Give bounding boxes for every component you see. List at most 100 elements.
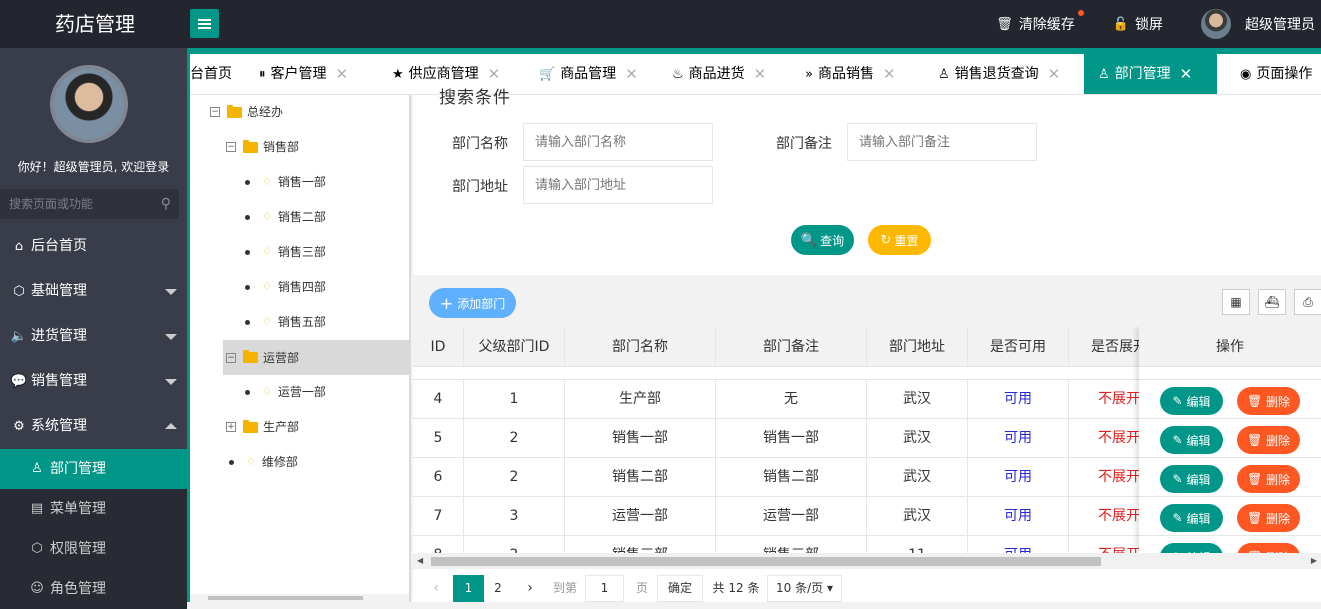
expand-icon[interactable]: + xyxy=(226,422,236,432)
col-available[interactable]: 是否可用 xyxy=(968,327,1069,367)
close-icon[interactable]: ✕ xyxy=(754,54,767,94)
tab-label: 台首页 xyxy=(190,66,232,82)
cell-available: 可用 xyxy=(968,458,1069,497)
menu-toggle-button[interactable] xyxy=(190,9,219,38)
sidebar-item-sales[interactable]: 💬 销售管理 xyxy=(0,359,187,404)
scrollbar-thumb[interactable] xyxy=(208,596,363,600)
delete-button[interactable]: 🗑 删除 xyxy=(1237,426,1300,454)
sidebar-search-input[interactable]: 搜索页面或功能 ⚲ xyxy=(0,189,179,219)
col-id[interactable]: ID xyxy=(413,327,464,367)
tree-scrollbar[interactable] xyxy=(190,594,409,602)
bullet-icon xyxy=(245,214,250,220)
col-remark[interactable]: 部门备注 xyxy=(716,327,867,367)
goto-page-input[interactable]: 1 xyxy=(585,575,624,602)
dept-address-input[interactable] xyxy=(523,166,713,204)
tree-node-ops[interactable]: − 运营部 xyxy=(223,340,409,375)
tree-node-ops-1[interactable]: ♢ 运营一部 xyxy=(245,377,326,407)
clear-cache-button[interactable]: 🗑 清除缓存 xyxy=(996,10,1084,34)
delete-button[interactable]: 🗑 删除 xyxy=(1237,543,1300,553)
tree-node-production[interactable]: + 生产部 xyxy=(226,412,299,442)
gear-icon: ⚙ xyxy=(13,419,25,434)
tab-purchase[interactable]: ♨ 商品进货 ✕ xyxy=(672,54,767,94)
tree-node-label: 销售三部 xyxy=(277,245,326,259)
close-icon[interactable]: ✕ xyxy=(625,54,638,94)
delete-button[interactable]: 🗑 删除 xyxy=(1237,465,1300,493)
close-icon[interactable]: ✕ xyxy=(883,54,896,94)
sidebar-item-system[interactable]: ⚙ 系统管理 xyxy=(0,404,187,449)
collapse-icon[interactable]: − xyxy=(226,352,236,363)
pause-icon: ⏸ xyxy=(259,67,266,82)
tree-node-sales-5[interactable]: ♢ 销售五部 xyxy=(245,307,326,337)
scroll-left-arrow-icon[interactable]: ◀ xyxy=(417,556,423,565)
bullet-icon xyxy=(229,459,234,465)
collapse-icon[interactable]: − xyxy=(210,107,220,117)
tree-node-sales-2[interactable]: ♢ 销售二部 xyxy=(245,202,326,232)
export-icon[interactable]: ⛴ xyxy=(1258,289,1286,315)
tree-node-sales-3[interactable]: ♢ 销售三部 xyxy=(245,237,326,267)
sidebar-item-dept[interactable]: ♙ 部门管理 xyxy=(0,449,187,489)
edit-button[interactable]: ✎ 编辑 xyxy=(1160,426,1223,454)
edit-button[interactable]: ✎ 编辑 xyxy=(1160,504,1223,532)
columns-filter-icon[interactable]: ▦ xyxy=(1222,289,1250,315)
close-icon[interactable]: ✕ xyxy=(1048,54,1061,94)
reset-button[interactable]: ↻ 重置 xyxy=(868,225,931,255)
sidebar-item-menu[interactable]: ▤ 菜单管理 xyxy=(0,489,187,529)
tab-label: 商品销售 xyxy=(817,66,874,82)
query-button[interactable]: 🔍 查询 xyxy=(791,225,854,255)
tree-node-repair[interactable]: ♢ 维修部 xyxy=(229,447,298,477)
page-size-select[interactable]: 10 条/页 ▾ xyxy=(767,575,842,602)
col-address[interactable]: 部门地址 xyxy=(867,327,968,367)
clear-cache-label: 清除缓存 xyxy=(1018,17,1075,33)
leaf-icon: ♢ xyxy=(262,210,272,223)
sidebar-item-label: 销售管理 xyxy=(31,373,87,389)
page-2-button[interactable]: 2 xyxy=(488,575,508,602)
prev-page-icon[interactable]: ‹ xyxy=(429,575,443,602)
tree-node-sales[interactable]: − 销售部 xyxy=(226,132,299,162)
page-1-button[interactable]: 1 xyxy=(453,575,484,602)
sidebar-item-label: 基础管理 xyxy=(31,283,87,299)
sidebar-item-home[interactable]: ⌂ 后台首页 xyxy=(0,224,187,269)
tab-customers[interactable]: ⏸ 客户管理 ✕ xyxy=(259,54,349,94)
tab-sales-return[interactable]: ♙ 销售退货查询 ✕ xyxy=(938,54,1061,94)
edit-button[interactable]: ✎ 编辑 xyxy=(1160,387,1223,415)
tree-node-root[interactable]: − 总经办 xyxy=(210,97,283,127)
edit-button[interactable]: ✎ 编辑 xyxy=(1160,465,1223,493)
scrollbar-thumb[interactable] xyxy=(431,557,1101,566)
scroll-right-arrow-icon[interactable]: ▶ xyxy=(1311,556,1317,565)
tree-node-label: 销售部 xyxy=(263,140,300,154)
sidebar-item-purchase[interactable]: 🔈 进货管理 xyxy=(0,314,187,359)
print-icon[interactable]: ⎙ xyxy=(1294,289,1321,315)
tree-node-sales-4[interactable]: ♢ 销售四部 xyxy=(245,272,326,302)
tab-department[interactable]: ♙ 部门管理 ✕ xyxy=(1084,54,1217,94)
sidebar-item-role[interactable]: ☺ 角色管理 xyxy=(0,569,187,609)
col-name[interactable]: 部门名称 xyxy=(565,327,716,367)
tab-products[interactable]: 🛒 商品管理 ✕ xyxy=(539,54,638,94)
close-icon[interactable]: ✕ xyxy=(336,54,349,94)
add-department-button[interactable]: + 添加部门 xyxy=(429,288,516,318)
search-icon[interactable]: ⚲ xyxy=(161,189,171,219)
user-menu[interactable]: 超级管理员 xyxy=(1201,9,1315,39)
table-hscrollbar[interactable]: ◀ ▶ xyxy=(413,553,1321,569)
close-icon[interactable]: ✕ xyxy=(1180,54,1193,94)
delete-button[interactable]: 🗑 删除 xyxy=(1237,387,1300,415)
edit-button[interactable]: ✎ 编辑 xyxy=(1160,543,1223,553)
dept-name-label: 部门名称 xyxy=(452,136,508,152)
dept-remark-input[interactable] xyxy=(847,123,1037,161)
tree-node-sales-1[interactable]: ♢ 销售一部 xyxy=(245,167,326,197)
collapse-icon[interactable]: − xyxy=(226,142,236,152)
trash-icon: 🗑 xyxy=(996,16,1013,32)
goto-confirm-button[interactable]: 确定 xyxy=(657,575,703,602)
sidebar-item-permission[interactable]: ⬡ 权限管理 xyxy=(0,529,187,569)
next-page-icon[interactable]: › xyxy=(523,575,537,602)
tab-home[interactable]: 台首页 xyxy=(190,54,232,94)
tab-bar: 台首页 ⏸ 客户管理 ✕ ★ 供应商管理 ✕ 🛒 商品管理 ✕ ♨ 商品进货 ✕… xyxy=(190,54,1321,95)
lock-screen-button[interactable]: 🔓 锁屏 xyxy=(1113,14,1163,34)
tab-page-ops[interactable]: ◉ 页面操作 xyxy=(1240,54,1312,94)
col-parent-id[interactable]: 父级部门ID xyxy=(464,327,565,367)
dept-name-input[interactable] xyxy=(523,123,713,161)
tab-sales[interactable]: » 商品销售 ✕ xyxy=(805,54,896,94)
sidebar-item-basic[interactable]: ⬡ 基础管理 xyxy=(0,269,187,314)
bullet-icon xyxy=(245,319,250,325)
delete-button[interactable]: 🗑 删除 xyxy=(1237,504,1300,532)
cell-name: 销售三部 xyxy=(565,536,716,553)
